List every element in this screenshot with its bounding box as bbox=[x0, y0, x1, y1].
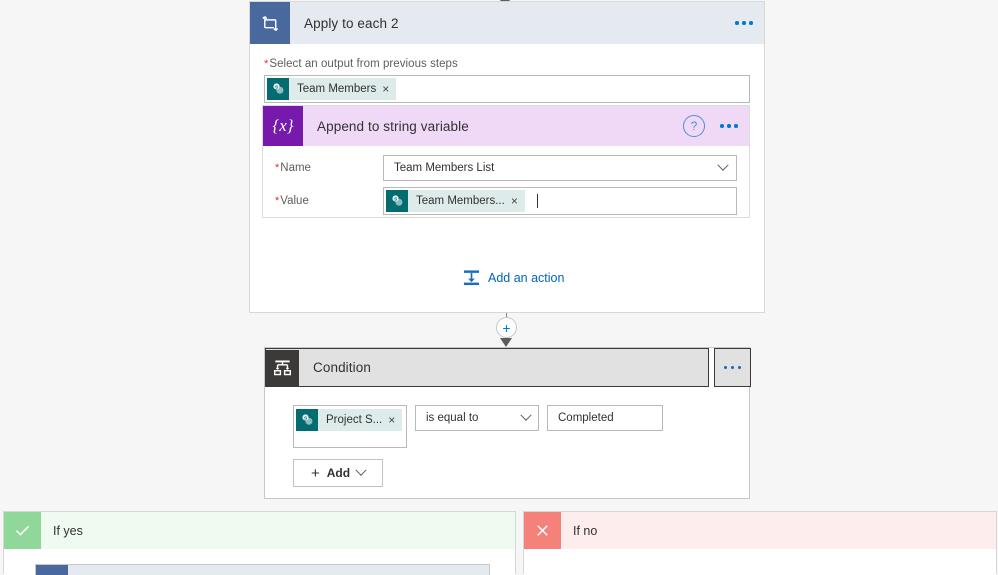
close-x-icon bbox=[524, 512, 561, 549]
token-team-members-value[interactable]: S Team Members... × bbox=[386, 190, 525, 212]
help-icon[interactable]: ? bbox=[683, 115, 705, 137]
condition-operator-dropdown[interactable]: is equal to bbox=[415, 405, 539, 431]
param-row-value: *Value S Team Members... × bbox=[263, 184, 749, 218]
param-label-name: *Name bbox=[275, 162, 383, 174]
flow-connector: + bbox=[496, 313, 518, 347]
chevron-down-icon bbox=[717, 159, 729, 171]
menu-dot bbox=[742, 21, 746, 25]
apply-to-each-header[interactable]: Apply to each 2 bbox=[250, 2, 764, 44]
chevron-down-icon bbox=[355, 464, 367, 476]
menu-dot bbox=[727, 124, 731, 128]
token-label: Team Members bbox=[297, 83, 377, 95]
param-label-value: *Value bbox=[275, 195, 383, 207]
condition-body: S Project S... × is equal to Completed +… bbox=[265, 387, 749, 498]
variable-value-input[interactable]: S Team Members... × bbox=[383, 187, 737, 215]
plus-icon: + bbox=[310, 464, 320, 482]
variable-name-value: Team Members List bbox=[394, 162, 495, 174]
select-output-input[interactable]: S Team Members × bbox=[264, 75, 750, 103]
sharepoint-icon: S bbox=[296, 409, 318, 431]
arrow-down-icon bbox=[500, 338, 512, 347]
condition-add-label: Add bbox=[326, 466, 351, 480]
param-control-value: S Team Members... × bbox=[383, 187, 737, 215]
menu-dot bbox=[734, 124, 738, 128]
sharepoint-icon: S bbox=[386, 190, 408, 212]
text-cursor bbox=[536, 194, 538, 208]
param-control-name: Team Members List bbox=[383, 155, 737, 181]
loop-icon bbox=[250, 2, 290, 44]
add-an-action-button[interactable]: Add an action bbox=[463, 269, 564, 286]
branch-if-no[interactable]: If no bbox=[523, 511, 997, 575]
variable-expression-icon: {x} bbox=[263, 106, 303, 146]
required-marker: * bbox=[275, 195, 280, 207]
menu-dot bbox=[737, 365, 742, 370]
token-remove-icon[interactable]: × bbox=[382, 83, 396, 95]
token-remove-icon[interactable]: × bbox=[511, 195, 525, 207]
checkmark-icon bbox=[4, 512, 41, 549]
condition-row: S Project S... × is equal to Completed bbox=[293, 405, 749, 448]
branch-if-no-body bbox=[524, 549, 996, 575]
required-marker: * bbox=[264, 58, 269, 70]
chevron-down-icon bbox=[520, 409, 532, 421]
select-output-label: *Select an output from previous steps bbox=[264, 58, 750, 70]
condition-right-operand-input[interactable]: Completed bbox=[547, 405, 663, 431]
apply-to-each-body: *Select an output from previous steps S … bbox=[250, 44, 764, 103]
condition-menu-button[interactable] bbox=[714, 348, 751, 387]
token-team-members[interactable]: S Team Members × bbox=[267, 78, 397, 100]
append-card-menu-button[interactable] bbox=[709, 104, 749, 148]
flow-designer-canvas: Apply to each 2 *Select an output from p… bbox=[0, 0, 998, 575]
param-row-name: *Name Team Members List bbox=[263, 152, 749, 184]
append-card-title: Append to string variable bbox=[317, 118, 469, 134]
menu-dot bbox=[749, 21, 753, 25]
select-output-label-text: Select an output from previous steps bbox=[269, 58, 458, 70]
branch-if-no-label: If no bbox=[573, 523, 598, 538]
variable-name-dropdown[interactable]: Team Members List bbox=[383, 155, 737, 181]
branch-if-yes-header[interactable]: If yes bbox=[4, 512, 515, 549]
token-remove-icon[interactable]: × bbox=[388, 414, 402, 426]
param-label-name-text: Name bbox=[280, 162, 311, 174]
condition-card[interactable]: S Project S... × is equal to Completed +… bbox=[264, 347, 751, 499]
branch-if-no-header[interactable]: If no bbox=[524, 512, 996, 549]
menu-dot bbox=[730, 365, 735, 370]
condition-left-operand-input[interactable]: S Project S... × bbox=[293, 405, 407, 448]
token-label: Project S... bbox=[326, 414, 383, 426]
condition-card-wrapper: S Project S... × is equal to Completed +… bbox=[264, 347, 751, 499]
append-card-header[interactable]: {x} Append to string variable ? bbox=[263, 106, 749, 146]
add-action-icon bbox=[463, 269, 480, 286]
condition-branch-icon bbox=[265, 349, 299, 386]
required-marker: * bbox=[275, 162, 280, 174]
condition-add-button[interactable]: + Add bbox=[293, 459, 383, 487]
condition-title: Condition bbox=[313, 360, 371, 375]
condition-operator-value: is equal to bbox=[426, 412, 479, 424]
branch-if-yes-body bbox=[4, 549, 515, 575]
branch-if-yes-label: If yes bbox=[53, 523, 83, 538]
token-project-status[interactable]: S Project S... × bbox=[296, 409, 403, 431]
token-label: Team Members... bbox=[416, 195, 505, 207]
branch-if-yes[interactable]: If yes bbox=[3, 511, 516, 575]
add-an-action-label: Add an action bbox=[488, 270, 565, 285]
param-label-value-text: Value bbox=[280, 195, 309, 207]
apply-to-each-title: Apply to each 2 bbox=[304, 15, 399, 31]
append-to-string-variable-card[interactable]: {x} Append to string variable ? *Name Te… bbox=[262, 105, 750, 218]
menu-dot bbox=[723, 365, 728, 370]
insert-step-button[interactable]: + bbox=[496, 317, 517, 338]
sharepoint-icon: S bbox=[267, 78, 289, 100]
condition-header[interactable]: Condition bbox=[265, 348, 709, 387]
apply-to-each-menu-button[interactable] bbox=[724, 1, 764, 45]
condition-right-operand-value: Completed bbox=[558, 412, 614, 424]
nested-action-card-partial[interactable] bbox=[35, 564, 490, 575]
menu-dot bbox=[735, 21, 739, 25]
menu-dot bbox=[720, 124, 724, 128]
